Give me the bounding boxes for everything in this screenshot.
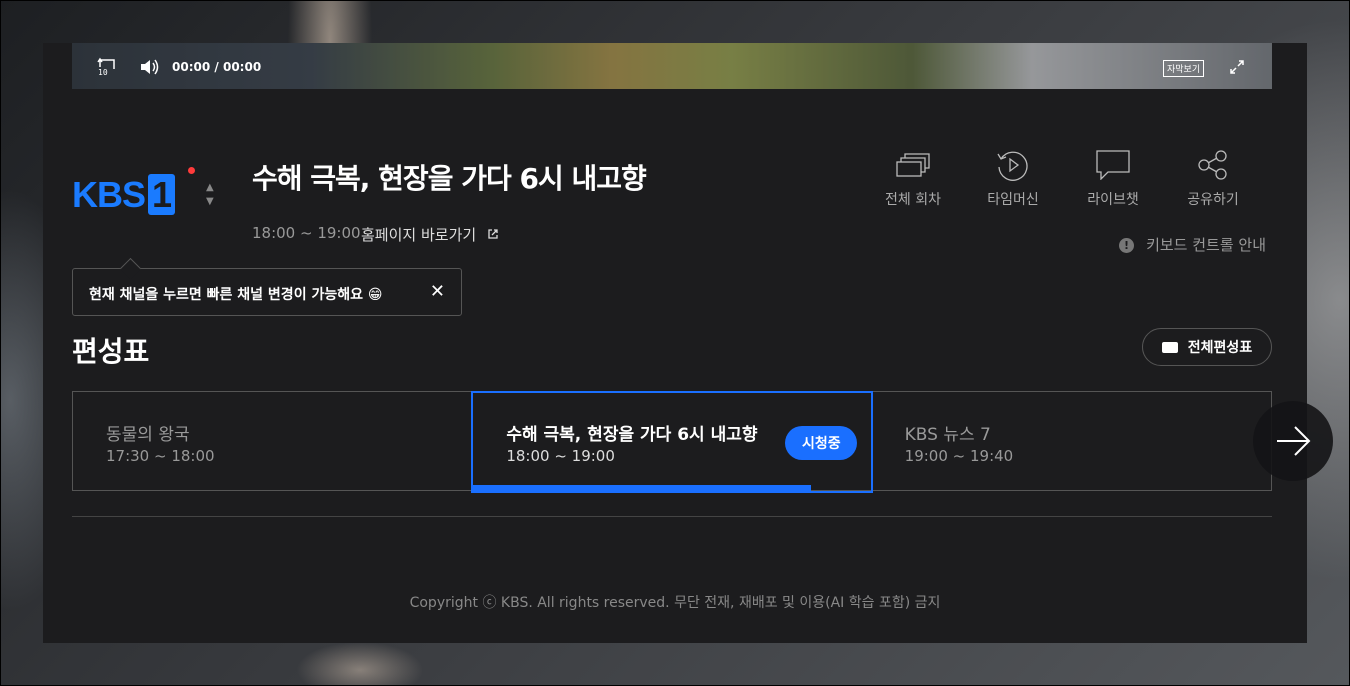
schedule-next-button[interactable]: [1253, 401, 1333, 481]
duration: 00:00: [222, 60, 262, 74]
timemachine-button[interactable]: 타임머신: [963, 147, 1063, 209]
schedule-item-name: KBS 뉴스 7: [904, 425, 991, 445]
channel-tooltip: 현재 채널을 누르면 빠른 채널 변경이 가능해요 😁 ✕: [72, 268, 462, 316]
fullscreen-icon[interactable]: [1229, 59, 1245, 79]
all-episodes-label: 전체 회차: [885, 192, 941, 208]
program-title: 수해 극복, 현장을 가다 6시 내고향: [252, 162, 647, 195]
full-schedule-button[interactable]: 전체편성표: [1142, 328, 1272, 366]
live-dot: [188, 167, 195, 174]
schedule-item-current[interactable]: 수해 극복, 현장을 가다 6시 내고향 18:00 ~ 19:00 시청중: [471, 391, 873, 493]
channel-up-icon[interactable]: ▲: [206, 181, 214, 195]
rewind-label: 10: [98, 68, 108, 77]
video-area[interactable]: 10 00:00 / 00:00 자막보기: [72, 43, 1272, 89]
schedule-item-time: 19:00 ~ 19:40: [904, 447, 1014, 465]
program-progress-bar: [473, 485, 812, 491]
schedule-item-name: 동물의 왕국: [106, 425, 190, 445]
homepage-link-label: 홈페이지 바로가기: [361, 226, 477, 244]
subtitle-button[interactable]: 자막보기: [1163, 60, 1205, 77]
livechat-label: 라이브챗: [1087, 192, 1139, 208]
time-separator: /: [214, 60, 219, 74]
tooltip-text: 현재 채널을 누르면 빠른 채널 변경이 가능해요 😁: [89, 287, 383, 303]
homepage-link[interactable]: 홈페이지 바로가기: [361, 224, 499, 245]
keyboard-help-label: 키보드 컨트롤 안내: [1146, 236, 1266, 254]
logo-number: 1: [148, 174, 176, 215]
share-label: 공유하기: [1187, 192, 1239, 208]
current-time: 00:00: [172, 60, 211, 74]
info-icon: !: [1119, 238, 1135, 253]
chat-icon: [1063, 147, 1163, 183]
channel-down-icon[interactable]: ▼: [206, 195, 214, 209]
channel-logo[interactable]: KBS 1: [72, 174, 176, 216]
player-panel: 10 00:00 / 00:00 자막보기 KBS 1 ▲ ▼ 수해 극복, 현장…: [43, 43, 1333, 643]
schedule-title: 편성표: [72, 335, 150, 368]
watching-badge: 시청중: [785, 426, 858, 460]
timemachine-icon: [963, 147, 1063, 183]
schedule-item-time: 17:30 ~ 18:00: [106, 447, 215, 465]
schedule-list: 동물의 왕국 17:30 ~ 18:00 수해 극복, 현장을 가다 6시 내고…: [72, 391, 1272, 493]
schedule-item-name: 수해 극복, 현장을 가다 6시 내고향: [506, 425, 758, 445]
schedule-item[interactable]: KBS 뉴스 7 19:00 ~ 19:40: [872, 392, 1271, 490]
logo-text: KBS: [72, 174, 146, 215]
schedule-item[interactable]: 동물의 왕국 17:30 ~ 18:00: [73, 392, 472, 490]
share-button[interactable]: 공유하기: [1163, 147, 1263, 209]
full-schedule-label: 전체편성표: [1187, 340, 1253, 356]
action-bar: 전체 회차 타임머신 라이브챗 공유하기: [863, 147, 1263, 209]
schedule-item-time: 18:00 ~ 19:00: [506, 447, 615, 465]
share-icon: [1163, 147, 1263, 183]
copyright: Copyright ⓒ KBS. All rights reserved. 무단…: [409, 595, 941, 611]
episodes-icon: [863, 147, 963, 183]
volume-icon[interactable]: [139, 58, 161, 80]
divider: [72, 516, 1272, 517]
external-link-icon: [487, 226, 499, 244]
time-display: 00:00 / 00:00: [172, 60, 261, 74]
keyboard-icon: [1161, 341, 1178, 353]
close-icon[interactable]: ✕: [430, 281, 445, 302]
all-episodes-button[interactable]: 전체 회차: [863, 147, 963, 209]
arrow-right-icon: [1277, 426, 1311, 456]
livechat-button[interactable]: 라이브챗: [1063, 147, 1163, 209]
keyboard-help-link[interactable]: ! 키보드 컨트롤 안내: [1119, 234, 1266, 255]
channel-switch[interactable]: ▲ ▼: [206, 181, 214, 209]
timemachine-label: 타임머신: [987, 192, 1039, 208]
program-time: 18:00 ~ 19:00: [252, 224, 361, 242]
